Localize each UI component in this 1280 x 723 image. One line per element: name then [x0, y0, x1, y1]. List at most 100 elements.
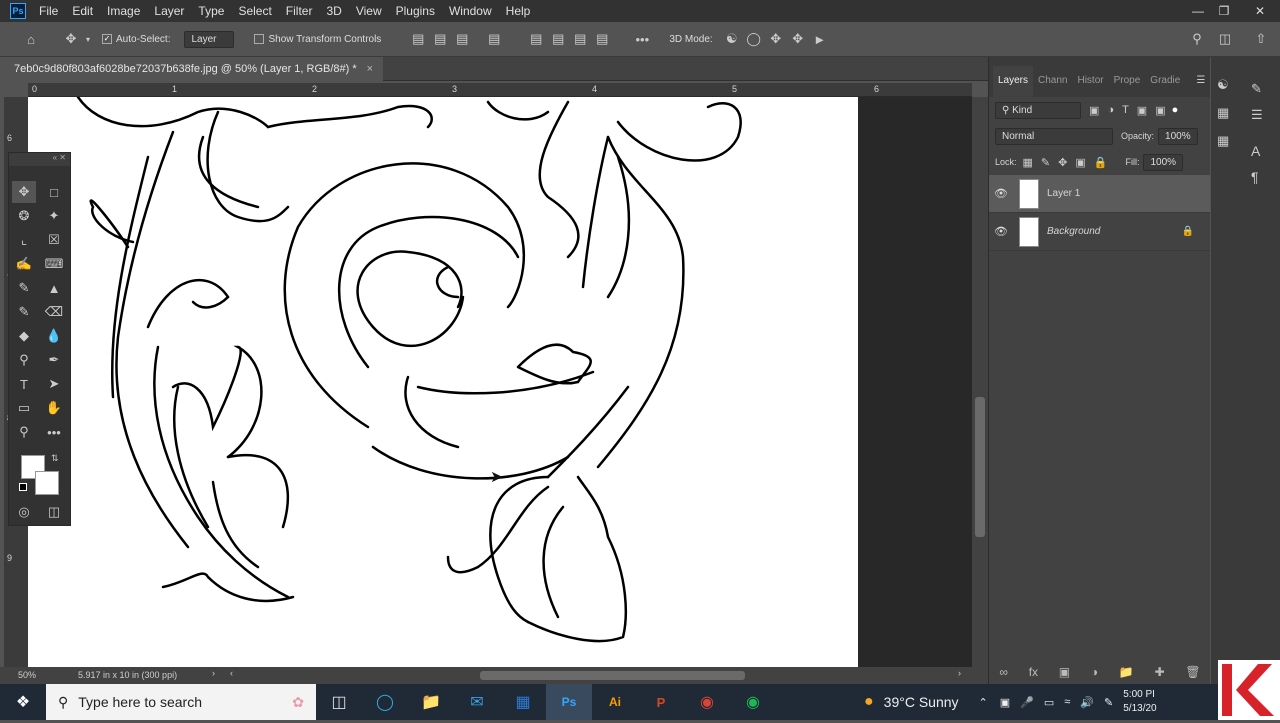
tab-properties[interactable]: Prope	[1109, 75, 1146, 97]
panel-collapse-icon[interactable]: « ✕	[9, 153, 70, 166]
align-right-icon[interactable]: ▤	[451, 28, 473, 50]
filter-kind-dropdown[interactable]: ⚲ Kind	[995, 101, 1081, 119]
menu-type[interactable]: Type	[191, 4, 231, 18]
menu-image[interactable]: Image	[100, 4, 147, 18]
lock-all-icon[interactable]: 🔒	[1094, 156, 1108, 169]
vertical-scrollbar[interactable]	[972, 97, 988, 667]
mail-icon[interactable]: ✉	[454, 684, 500, 720]
battery-icon[interactable]: ▭	[1044, 696, 1054, 709]
chevron-left-icon[interactable]: ‹	[230, 668, 233, 678]
auto-select-checkbox[interactable]: ✓ Auto-Select:	[102, 34, 170, 45]
menu-select[interactable]: Select	[231, 4, 278, 18]
tab-history[interactable]: Histor	[1072, 75, 1108, 97]
filter-type-icon[interactable]: T	[1122, 104, 1129, 116]
clock[interactable]: 5:00 PI 5/13/20	[1123, 688, 1157, 716]
history-brush-icon[interactable]: ✎	[12, 301, 36, 323]
orbit-3d-icon[interactable]: ☯	[721, 28, 743, 50]
screen-mode-icon[interactable]: ◫	[42, 501, 66, 523]
chevron-down-icon[interactable]: ▾	[82, 28, 94, 50]
trash-icon[interactable]: 🗑	[1185, 665, 1200, 679]
move-tool-icon[interactable]: ✥	[60, 28, 82, 50]
lock-position-icon[interactable]: ✥	[1058, 156, 1067, 169]
tray-chevron-icon[interactable]: ⌃	[979, 696, 988, 709]
align-left-icon[interactable]: ▤	[407, 28, 429, 50]
store-icon[interactable]: ▦	[500, 684, 546, 720]
home-icon[interactable]: ⌂	[20, 28, 42, 50]
visibility-eye-icon[interactable]: 👁	[989, 225, 1013, 238]
adjustment-icon[interactable]: ◑	[1091, 665, 1098, 679]
photoshop-taskbar-icon[interactable]: Ps	[546, 684, 592, 720]
slide-3d-icon[interactable]: ✥	[787, 28, 809, 50]
menu-edit[interactable]: Edit	[65, 4, 100, 18]
eyedropper-icon[interactable]: ✍	[12, 253, 36, 275]
menu-filter[interactable]: Filter	[279, 4, 320, 18]
document-tab[interactable]: 7eb0c9d80f803af6028be72037b638fe.jpg @ 5…	[0, 57, 384, 81]
more-icon[interactable]: •••	[631, 28, 653, 50]
distribute-v-icon[interactable]: ▤	[591, 28, 613, 50]
blend-mode-dropdown[interactable]: Normal	[995, 127, 1113, 145]
new-layer-icon[interactable]: ✚	[1155, 665, 1165, 679]
document-canvas[interactable]: ➤	[28, 97, 858, 667]
character-icon[interactable]: A	[1251, 143, 1260, 159]
swatches-icon[interactable]: ▦	[1217, 105, 1229, 121]
scale-3d-icon[interactable]: ►	[809, 28, 831, 50]
visibility-eye-icon[interactable]: 👁	[989, 187, 1013, 200]
type-tool-icon[interactable]: T	[12, 373, 36, 395]
close-icon[interactable]: ✕	[1244, 0, 1276, 22]
weather-text[interactable]: 39°C Sunny	[884, 694, 959, 710]
roll-3d-icon[interactable]: ◯	[743, 28, 765, 50]
tray-app-icon[interactable]: ▣	[1000, 696, 1010, 709]
lasso-tool-icon[interactable]: ❂	[12, 205, 36, 227]
windows-start-icon[interactable]: ❖	[0, 684, 46, 720]
layer-row-background[interactable]: 👁 Background 🔒	[989, 213, 1210, 251]
chevron-right-icon[interactable]: ›	[212, 668, 215, 678]
blur-tool-icon[interactable]: 💧	[42, 325, 66, 347]
menu-plugins[interactable]: Plugins	[389, 4, 442, 18]
gradient-tool-icon[interactable]: ◆	[12, 325, 36, 347]
rectangle-tool-icon[interactable]: ▭	[12, 397, 36, 419]
more-tools-icon[interactable]: •••	[42, 421, 66, 443]
panel-menu-icon[interactable]: ☰	[1191, 75, 1210, 97]
eraser-tool-icon[interactable]: ⌫	[42, 301, 66, 323]
illustrator-icon[interactable]: Ai	[592, 684, 638, 720]
pan-3d-icon[interactable]: ✥	[765, 28, 787, 50]
adjustments-icon[interactable]: ☰	[1251, 107, 1263, 123]
auto-select-dropdown[interactable]: Layer	[184, 30, 235, 48]
mask-icon[interactable]: ▣	[1059, 665, 1070, 679]
align-center-icon[interactable]: ▤	[429, 28, 451, 50]
file-explorer-icon[interactable]: 📁	[408, 684, 454, 720]
layer-name[interactable]: Background	[1047, 226, 1100, 237]
share-icon[interactable]: ⇧	[1250, 28, 1272, 50]
workspace-icon[interactable]: ◫	[1214, 28, 1236, 50]
align-top-icon[interactable]: ▤	[525, 28, 547, 50]
zoom-tool-icon[interactable]: ⚲	[12, 421, 36, 443]
filter-adjustment-icon[interactable]: ◑	[1107, 104, 1114, 116]
task-view-icon[interactable]: ◫	[316, 684, 362, 720]
chrome-icon[interactable]: ◉	[684, 684, 730, 720]
tab-channels[interactable]: Chann	[1033, 75, 1072, 97]
brush-settings-icon[interactable]: ✎	[1251, 81, 1262, 97]
marquee-tool-icon[interactable]: □	[42, 181, 66, 203]
wifi-icon[interactable]: ≈	[1064, 696, 1070, 708]
quick-select-icon[interactable]: ✦	[42, 205, 66, 227]
lock-pixels-icon[interactable]: ▦	[1023, 156, 1033, 169]
scroll-right-icon[interactable]: ›	[958, 668, 961, 678]
menu-view[interactable]: View	[349, 4, 389, 18]
tab-gradients[interactable]: Gradie	[1145, 75, 1185, 97]
healing-brush-icon[interactable]: ⌨	[42, 253, 66, 275]
background-color-swatch[interactable]	[35, 471, 59, 495]
pen-icon[interactable]: ✎	[1104, 696, 1113, 709]
restore-icon[interactable]: ❐	[1208, 0, 1240, 22]
search-icon[interactable]: ⚲	[1186, 28, 1208, 50]
brush-tool-icon[interactable]: ✎	[12, 277, 36, 299]
tab-layers[interactable]: Layers	[993, 66, 1034, 97]
volume-icon[interactable]: 🔊	[1080, 696, 1094, 709]
link-layers-icon[interactable]: ∞	[999, 665, 1008, 679]
filter-toggle-icon[interactable]: ●	[1172, 104, 1179, 116]
menu-window[interactable]: Window	[442, 4, 499, 18]
powerpoint-icon[interactable]: P	[638, 684, 684, 720]
frame-tool-icon[interactable]: ☒	[42, 229, 66, 251]
hand-tool-icon[interactable]: ✋	[42, 397, 66, 419]
folder-icon[interactable]: 📁	[1119, 665, 1134, 679]
canvas-area[interactable]: ➤	[28, 97, 972, 667]
